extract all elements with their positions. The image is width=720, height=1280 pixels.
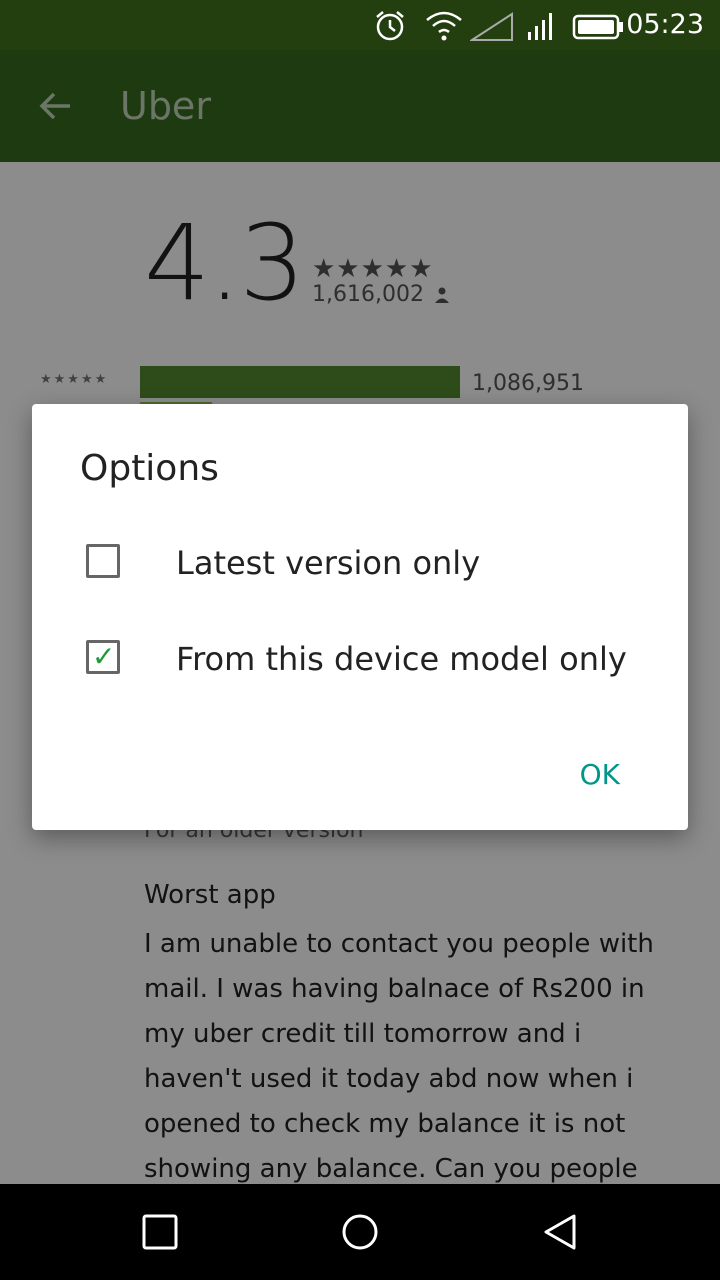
device-model-checkbox[interactable]: ✓ <box>86 640 120 674</box>
option-latest-version[interactable]: Latest version only <box>32 528 688 598</box>
device-model-label: From this device model only <box>176 640 627 678</box>
status-bar: 05:23 <box>0 0 720 50</box>
dialog-title: Options <box>80 448 219 489</box>
option-device-model[interactable]: ✓ From this device model only <box>32 624 688 694</box>
ok-button[interactable]: OK <box>580 758 620 791</box>
alarm-icon <box>376 11 404 41</box>
battery-icon <box>572 14 623 40</box>
latest-version-label: Latest version only <box>176 544 481 582</box>
recents-square-icon[interactable] <box>140 1212 180 1252</box>
checkmark-icon: ✓ <box>92 640 116 673</box>
signal-empty-icon <box>470 12 513 41</box>
options-dialog: Options Latest version only ✓ From this … <box>32 404 688 830</box>
home-circle-icon[interactable] <box>340 1212 380 1252</box>
status-time: 05:23 <box>626 9 704 40</box>
wifi-icon <box>426 11 462 41</box>
navigation-bar <box>0 1184 720 1280</box>
signal-bars-icon <box>528 13 552 40</box>
back-triangle-icon[interactable] <box>540 1212 580 1252</box>
latest-version-checkbox[interactable] <box>86 544 120 578</box>
